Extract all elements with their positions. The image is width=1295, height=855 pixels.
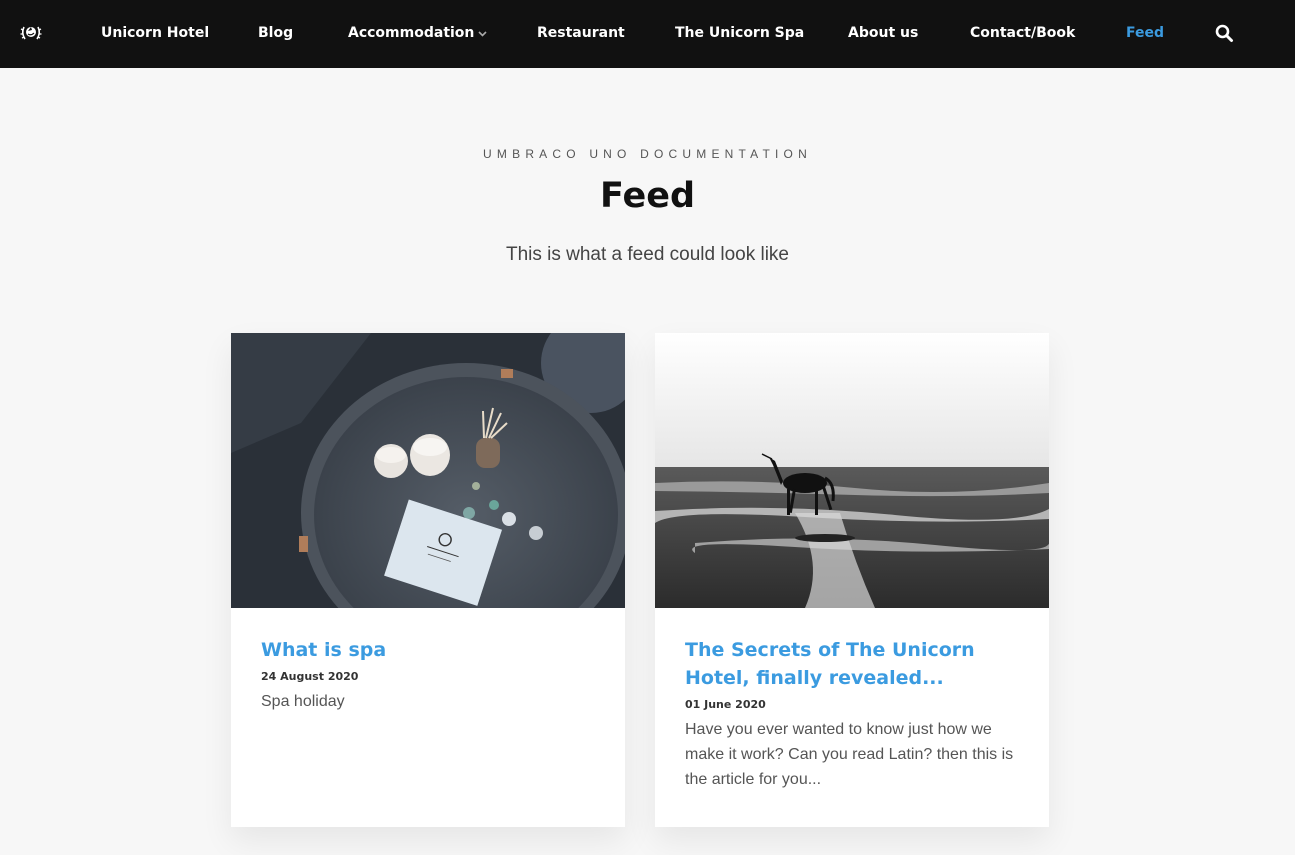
nav-unicorn-spa[interactable]: The Unicorn Spa [675,24,804,42]
feed-card[interactable]: What is spa 24 August 2020 Spa holiday [231,333,625,827]
nav-restaurant[interactable]: Restaurant [537,24,625,42]
nav-contact-book[interactable]: Contact/Book [970,24,1075,42]
nav-about-us[interactable]: About us [848,24,918,42]
nav-blog[interactable]: Blog [258,24,293,42]
card-date: 24 August 2020 [261,670,359,683]
search-icon[interactable] [1215,24,1234,43]
card-excerpt: Have you ever wanted to know just how we… [685,721,1014,788]
page-subtitle: This is what a feed could look like [505,244,790,265]
top-navigation: Unicorn Hotel Blog Accommodation Restaur… [0,0,1295,68]
card-date: 01 June 2020 [685,698,766,711]
card-title[interactable]: What is spa [261,636,595,664]
nav-accommodation[interactable]: Accommodation [348,24,487,42]
spa-tray-image [231,333,625,608]
unicorn-beach-image [655,333,1049,608]
unicorn-logo-icon[interactable] [19,21,43,45]
nav-accommodation-label: Accommodation [348,25,475,41]
chevron-down-icon [478,24,487,42]
card-title[interactable]: The Secrets of The Unicorn Hotel, finall… [685,636,1019,692]
feed-card[interactable]: The Secrets of The Unicorn Hotel, finall… [655,333,1049,827]
page-title: Feed [599,176,696,216]
card-excerpt: Spa holiday [261,693,345,710]
nav-unicorn-hotel[interactable]: Unicorn Hotel [101,24,209,42]
nav-feed[interactable]: Feed [1126,24,1164,42]
page-eyebrow: UMBRACO UNO DOCUMENTATION [483,147,812,161]
